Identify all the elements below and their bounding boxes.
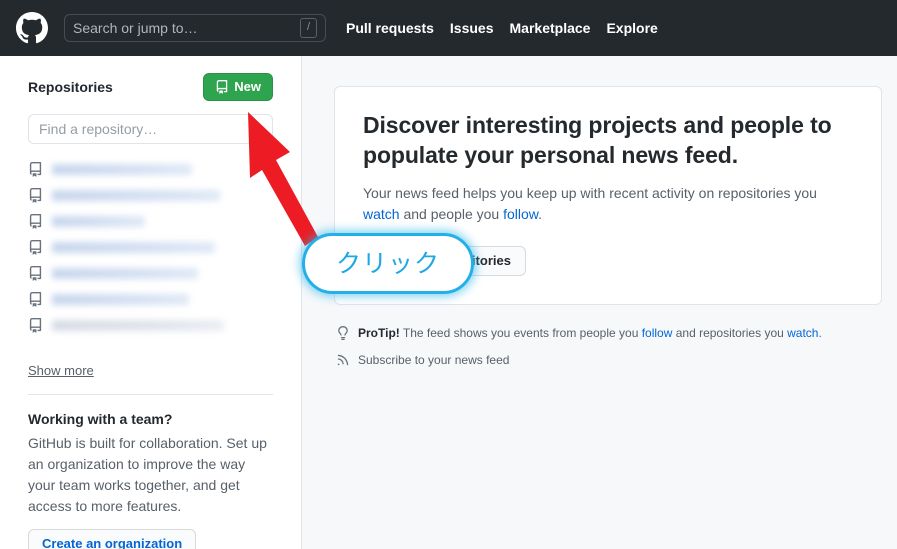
feed-heading: Discover interesting projects and people…	[363, 112, 832, 168]
list-item[interactable]	[28, 182, 273, 208]
dashboard-sidebar: Repositories New Find a repository… Show…	[0, 56, 302, 549]
team-section-title: Working with a team?	[28, 411, 173, 427]
list-item[interactable]	[28, 156, 273, 182]
click-callout-bubble: クリック	[302, 233, 474, 294]
repo-icon	[28, 161, 43, 177]
list-item[interactable]	[28, 208, 273, 234]
list-item[interactable]	[28, 312, 273, 338]
protip-follow-link[interactable]: follow	[642, 326, 673, 340]
repo-icon	[28, 239, 43, 255]
follow-link[interactable]: follow	[503, 206, 538, 222]
protip-label: ProTip!	[358, 326, 400, 341]
feed-subtext-prefix: Your news feed helps you keep up with re…	[363, 184, 817, 201]
callout-label: クリック	[335, 249, 440, 278]
repo-icon	[28, 317, 43, 333]
protip-mid: and repositories you	[672, 326, 788, 341]
repository-name-redacted	[52, 293, 189, 305]
protip-watch-link[interactable]: watch	[787, 326, 818, 340]
page-body: Repositories New Find a repository… Show…	[0, 56, 897, 549]
feed-subtext-mid: and people you	[399, 206, 504, 223]
list-item[interactable]	[28, 286, 273, 312]
subscribe-row[interactable]: Subscribe to your news feed	[336, 352, 882, 371]
repo-icon	[28, 291, 43, 307]
protip-text: ProTip! The feed shows you events from p…	[358, 325, 822, 341]
protip-row: ProTip! The feed shows you events from p…	[336, 325, 882, 344]
repo-icon	[28, 213, 43, 229]
nav-marketplace[interactable]: Marketplace	[510, 20, 591, 36]
protip-prefix: The feed shows you events from people yo…	[399, 326, 642, 341]
rss-icon	[336, 352, 350, 371]
repository-list	[28, 156, 273, 338]
repository-name-redacted	[52, 215, 145, 227]
watch-link[interactable]: watch	[363, 206, 400, 222]
repository-name-redacted	[52, 267, 198, 279]
repo-icon	[215, 80, 229, 94]
repo-icon	[28, 187, 43, 203]
search-shortcut-badge: /	[299, 18, 317, 38]
list-item[interactable]	[28, 260, 273, 286]
list-item[interactable]	[28, 234, 273, 260]
dashboard-main: Discover interesting projects and people…	[302, 56, 897, 549]
feed-subtext-suffix: .	[538, 206, 543, 223]
new-repository-button[interactable]: New	[203, 73, 273, 101]
global-header: Search or jump to… / Pull requests Issue…	[0, 0, 897, 56]
nav-issues[interactable]: Issues	[450, 20, 494, 36]
github-mark-icon[interactable]	[16, 12, 64, 44]
search-input[interactable]: Search or jump to…	[73, 20, 300, 36]
find-repository-input[interactable]	[28, 114, 273, 144]
global-search-box[interactable]: Search or jump to… /	[64, 14, 326, 42]
subscribe-label[interactable]: Subscribe to your news feed	[358, 352, 509, 368]
sidebar-divider	[28, 394, 273, 395]
feed-tips: ProTip! The feed shows you events from p…	[334, 325, 882, 371]
repository-name-redacted	[52, 241, 215, 253]
show-more-link[interactable]: Show more	[28, 363, 94, 378]
repository-name-redacted	[52, 163, 192, 175]
nav-explore[interactable]: Explore	[606, 20, 657, 36]
lightbulb-icon	[336, 325, 350, 344]
header-nav: Pull requests Issues Marketplace Explore	[346, 20, 658, 36]
repo-icon	[28, 265, 43, 281]
new-repository-label: New	[234, 79, 261, 94]
create-organization-button[interactable]: Create an organization	[28, 529, 197, 549]
repository-name-redacted	[52, 319, 224, 331]
repositories-title: Repositories	[28, 79, 113, 95]
working-with-team-section: Working with a team? GitHub is built for…	[28, 411, 273, 549]
protip-suffix: .	[818, 326, 822, 341]
nav-pull-requests[interactable]: Pull requests	[346, 20, 434, 36]
feed-subtext: Your news feed helps you keep up with re…	[363, 183, 853, 226]
team-section-text: GitHub is built for collaboration. Set u…	[28, 435, 267, 514]
repositories-header: Repositories New	[28, 72, 273, 102]
repository-name-redacted	[52, 189, 220, 201]
